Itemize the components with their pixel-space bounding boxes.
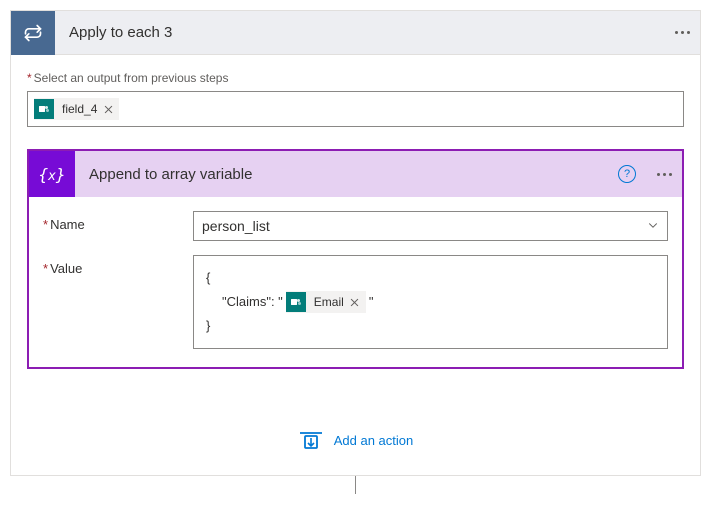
add-action-label: Add an action xyxy=(334,433,414,448)
variable-icon: {x} xyxy=(29,151,75,197)
apply-to-each-header[interactable]: Apply to each 3 xyxy=(11,11,700,55)
apply-to-each-body: *Select an output from previous steps fi… xyxy=(11,55,700,475)
chevron-down-icon xyxy=(647,218,659,234)
remove-token-button[interactable] xyxy=(101,102,115,116)
sharepoint-icon xyxy=(34,99,54,119)
apply-to-each-title: Apply to each 3 xyxy=(55,24,664,41)
name-label: *Name xyxy=(43,211,193,232)
value-token[interactable]: Email xyxy=(286,291,366,313)
value-line-3: } xyxy=(206,314,655,338)
append-to-array-header[interactable]: {x} Append to array variable ? xyxy=(29,151,682,197)
output-token-label: field_4 xyxy=(58,102,101,116)
add-action-button[interactable]: Add an action xyxy=(298,429,414,451)
sharepoint-icon xyxy=(286,292,306,312)
ellipsis-icon xyxy=(657,173,672,176)
value-line-2: "Claims": " Emai xyxy=(206,290,655,314)
ellipsis-icon xyxy=(675,31,690,34)
help-button[interactable]: ? xyxy=(618,165,636,183)
flow-connector-line xyxy=(355,476,356,494)
append-to-array-body: *Name person_list xyxy=(29,197,682,367)
output-field-input[interactable]: field_4 xyxy=(27,91,684,127)
inner-menu-button[interactable] xyxy=(646,151,682,197)
append-to-array-title: Append to array variable xyxy=(75,166,618,183)
name-select-value: person_list xyxy=(202,218,270,234)
value-input[interactable]: { "Claims": " xyxy=(193,255,668,349)
output-token[interactable]: field_4 xyxy=(34,98,119,120)
value-label: *Value xyxy=(43,255,193,276)
append-to-array-card: {x} Append to array variable ? *Name xyxy=(27,149,684,369)
apply-to-each-menu-button[interactable] xyxy=(664,11,700,54)
value-token-label: Email xyxy=(310,290,348,314)
apply-to-each-card: Apply to each 3 *Select an output from p… xyxy=(10,10,701,476)
output-field-label: *Select an output from previous steps xyxy=(27,71,684,85)
remove-value-token-button[interactable] xyxy=(348,295,362,309)
value-line-1: { xyxy=(206,266,655,290)
name-select[interactable]: person_list xyxy=(193,211,668,241)
loop-icon xyxy=(11,11,55,55)
add-action-icon xyxy=(298,429,324,451)
